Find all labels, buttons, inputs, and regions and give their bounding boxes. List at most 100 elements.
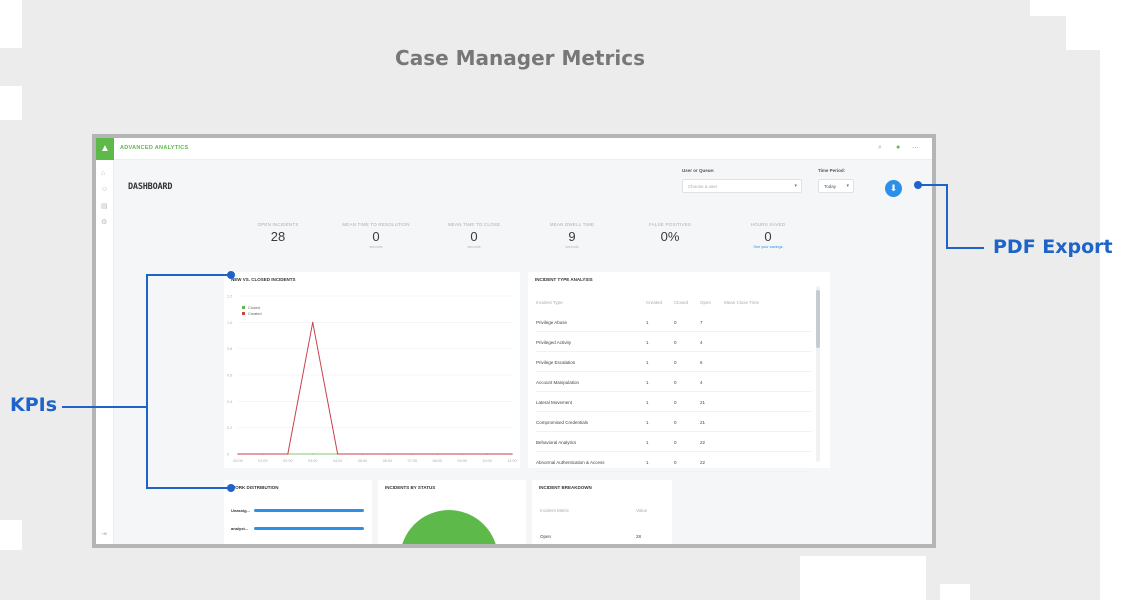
kpi-label: MEAN TIME TO CLOSE <box>447 222 501 227</box>
kpi-value: 0 <box>470 229 478 244</box>
y-tick-label: 0.4 <box>227 400 232 404</box>
data-point <box>361 453 364 455</box>
table-cell: 0 <box>674 380 677 385</box>
time-period-label: Time Period: <box>818 168 846 173</box>
incident-breakdown-panel: INCIDENT BREAKDOWN Incident Metric Value O… <box>532 480 672 544</box>
pdf-export-annotation: PDF Export <box>993 236 1113 258</box>
y-tick-label: 1.0 <box>227 321 232 325</box>
column-header[interactable]: Closed <box>674 300 688 305</box>
x-tick-label: 10:00 <box>482 459 492 463</box>
data-point <box>312 453 314 455</box>
y-tick-label: 0 <box>227 453 229 457</box>
chevron-down-icon: ▾ <box>794 183 797 189</box>
pdf-export-button[interactable]: ⬇ <box>885 180 902 197</box>
table-row[interactable]: Behavioral Analytics 1 0 22 <box>536 432 812 452</box>
annotation-line <box>946 184 948 249</box>
settings-icon[interactable]: ⚙ <box>101 218 107 226</box>
table-cell: Privilege Abuse <box>536 320 568 325</box>
x-tick-label: 03:00 <box>308 459 318 463</box>
bell-icon[interactable]: ● <box>896 144 900 151</box>
table-row[interactable]: Account Manipulation 1 0 4 <box>536 372 812 392</box>
table-cell: 0 <box>674 460 677 465</box>
home-icon[interactable]: ⌂ <box>101 170 105 177</box>
column-header[interactable]: Incident Metric <box>540 508 569 513</box>
table-cell: Behavioral Analytics <box>536 440 577 445</box>
incident-breakdown-title: INCIDENT BREAKDOWN <box>539 485 592 490</box>
work-distribution-label: Unassig... <box>231 508 250 513</box>
more-icon[interactable]: ⋯ <box>912 144 919 152</box>
kpis-annotation: KPIs <box>10 394 58 416</box>
table-cell: 0 <box>674 320 677 325</box>
table-row[interactable]: Privilege Abuse 1 0 7 <box>536 312 812 332</box>
triangle-logo-icon[interactable]: ▲ <box>96 138 114 160</box>
table-cell: 0 <box>674 340 677 345</box>
kpi-label: MEAN DWELL TIME <box>549 222 595 227</box>
time-period-select[interactable]: Today ▾ <box>818 179 854 193</box>
data-point <box>461 453 463 455</box>
table-cell: 1 <box>646 320 649 325</box>
column-header[interactable]: Created <box>646 300 662 305</box>
table-cell: 1 <box>646 460 649 465</box>
document-icon[interactable]: ▤ <box>101 202 108 210</box>
kpi-unit: seconds <box>467 245 481 249</box>
incidents-by-status-title: INCIDENTS BY STATUS <box>385 485 436 490</box>
user-icon[interactable]: ☺ <box>101 186 108 193</box>
data-point <box>262 453 264 455</box>
table-cell: 4 <box>700 340 703 345</box>
table-row[interactable]: Privileged Activity 1 0 4 <box>536 332 812 352</box>
data-point <box>386 453 389 455</box>
kpi-card: MEAN TIME TO RESOLUTION 0 seconds <box>332 222 420 249</box>
user-queue-select[interactable]: Choose a user ▾ <box>682 179 802 193</box>
collapse-icon[interactable]: ⇥ <box>101 530 107 538</box>
table-cell: Lateral Movement <box>536 400 573 405</box>
table-scrollbar[interactable] <box>816 286 820 462</box>
work-distribution-label: analyst... <box>231 526 249 531</box>
annotation-line <box>946 247 984 249</box>
column-header[interactable]: Open <box>700 300 711 305</box>
see-savings-link[interactable]: See your savings <box>724 245 812 249</box>
status-pie-slice[interactable] <box>400 510 498 544</box>
background-tile <box>1066 0 1126 50</box>
y-tick-label: 0.6 <box>227 374 232 378</box>
table-cell: 1 <box>646 380 649 385</box>
page-title: Case Manager Metrics <box>395 46 645 70</box>
column-header[interactable]: Value <box>636 508 647 513</box>
search-icon[interactable]: ⌕ <box>878 144 882 152</box>
column-header[interactable]: Mean Close Time <box>724 300 759 305</box>
kpi-card: OPEN INCIDENTS 28 <box>234 222 322 244</box>
annotation-line <box>146 487 230 489</box>
table-row[interactable]: Open 28 <box>540 526 664 544</box>
table-cell: 28 <box>636 534 642 539</box>
table-row[interactable]: Compromised Credentials 1 0 21 <box>536 412 812 432</box>
data-point <box>486 453 488 455</box>
dashboard-title: DASHBOARD <box>128 182 173 192</box>
x-tick-label: 04:00 <box>333 459 343 463</box>
background-tile <box>0 520 22 550</box>
annotation-line <box>62 406 148 408</box>
table-cell: 4 <box>700 380 703 385</box>
table-cell: 22 <box>700 440 706 445</box>
legend-swatch <box>242 306 245 309</box>
series-line-created <box>238 322 512 455</box>
x-tick-label: 00:00 <box>233 459 243 463</box>
table-row[interactable]: Privilege Escalation 1 0 6 <box>536 352 812 372</box>
background-tile <box>940 584 970 600</box>
data-point <box>511 453 513 455</box>
table-row[interactable]: Abnormal Authentication & Access 1 0 22 <box>536 452 812 472</box>
kpi-value: 9 <box>568 229 576 244</box>
data-point <box>436 453 438 455</box>
table-cell: Compromised Credentials <box>536 420 589 425</box>
kpi-value: 0 <box>764 229 772 244</box>
kpi-label: FALSE POSITIVES <box>648 222 691 227</box>
x-tick-label: 08:00 <box>433 459 443 463</box>
scroll-thumb[interactable] <box>816 290 820 348</box>
table-cell: 1 <box>646 400 649 405</box>
kpi-label: HOURS SAVED <box>750 222 786 227</box>
column-header[interactable]: Incident Type <box>536 300 563 305</box>
table-row[interactable]: Lateral Movement 1 0 21 <box>536 392 812 412</box>
new-closed-panel: NEW VS. CLOSED INCIDENTS 1.2 1.0 0.8 0.6 0.4… <box>224 272 520 468</box>
work-distribution-bar[interactable] <box>254 509 364 512</box>
background-tile <box>1100 50 1126 600</box>
side-nav: ⌂ ☺ ▤ ⚙ ⇥ <box>96 160 114 544</box>
work-distribution-bar[interactable] <box>254 527 364 530</box>
